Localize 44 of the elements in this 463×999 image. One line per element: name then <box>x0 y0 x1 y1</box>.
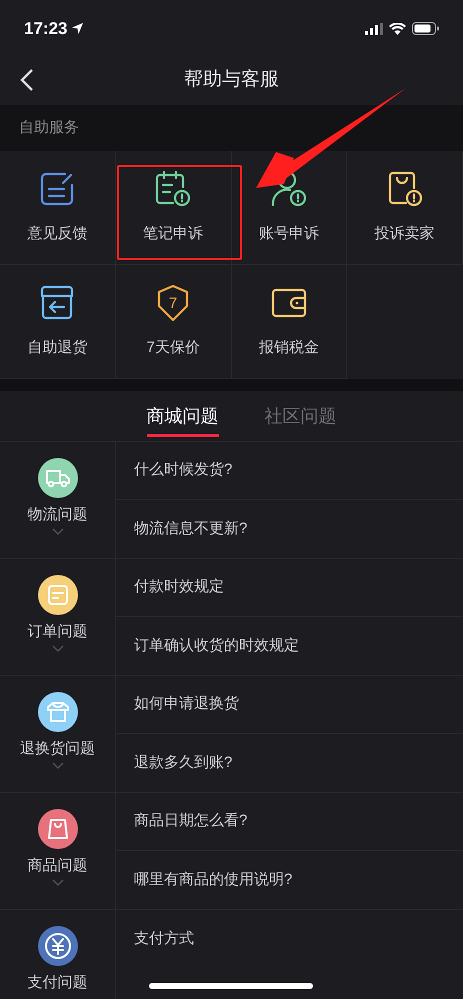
category-item[interactable]: 商品问题 <box>0 793 116 909</box>
category-label: 订单问题 <box>28 623 88 641</box>
question-item[interactable]: 什么时候发货? <box>116 442 463 500</box>
question-item[interactable]: 如何申请退换货 <box>116 676 463 734</box>
category-item[interactable]: 支付问题 <box>0 910 116 999</box>
shield-icon: 7 <box>156 284 190 322</box>
category-item[interactable]: 订单问题 <box>0 559 116 675</box>
tile-label: 投诉卖家 <box>374 224 435 244</box>
question-item[interactable]: 支付方式 <box>116 910 463 968</box>
category-label: 支付问题 <box>28 974 88 992</box>
bag-icon <box>46 818 68 840</box>
tile-label: 笔记申诉 <box>143 224 204 244</box>
tile-label: 意见反馈 <box>27 224 88 244</box>
shirt-icon <box>46 701 70 723</box>
category-item[interactable]: 物流问题 <box>0 442 116 558</box>
location-icon <box>71 22 84 35</box>
category-label: 商品问题 <box>28 857 88 875</box>
back-icon[interactable] <box>20 68 34 92</box>
wifi-icon <box>389 22 406 34</box>
category-item[interactable]: 退换货问题 <box>0 676 116 792</box>
tile-label: 自助退货 <box>27 338 88 358</box>
service-tile[interactable]: 投诉卖家 <box>347 151 463 265</box>
section-heading: 自助服务 <box>19 118 79 138</box>
question-item[interactable]: 付款时效规定 <box>116 559 463 617</box>
question-item[interactable]: 物流信息不更新? <box>116 500 463 558</box>
question-item[interactable]: 退款多久到账? <box>116 734 463 792</box>
page-title: 帮助与客服 <box>184 68 279 92</box>
question-item[interactable]: 商品日期怎么看? <box>116 793 463 851</box>
tile-label: 报销税金 <box>258 338 319 358</box>
list-icon <box>46 584 68 606</box>
yen-icon <box>44 932 72 960</box>
status-time: 17:23 <box>24 18 68 40</box>
tile-label: 7天保价 <box>146 338 200 358</box>
category-label: 物流问题 <box>28 506 88 524</box>
category-label: 退换货问题 <box>20 740 95 758</box>
question-item[interactable]: 订单确认收货的时效规定 <box>116 617 463 675</box>
battery-icon <box>412 22 439 35</box>
tab[interactable]: 商城问题 <box>146 391 218 437</box>
truck-icon <box>44 468 70 488</box>
signal-icon <box>365 22 383 34</box>
tile-label: 账号申诉 <box>258 224 319 244</box>
question-item[interactable]: 哪里有商品的使用说明? <box>116 851 463 909</box>
service-tile[interactable]: 意见反馈 <box>0 151 116 265</box>
service-tile[interactable]: 笔记申诉 <box>116 151 232 265</box>
